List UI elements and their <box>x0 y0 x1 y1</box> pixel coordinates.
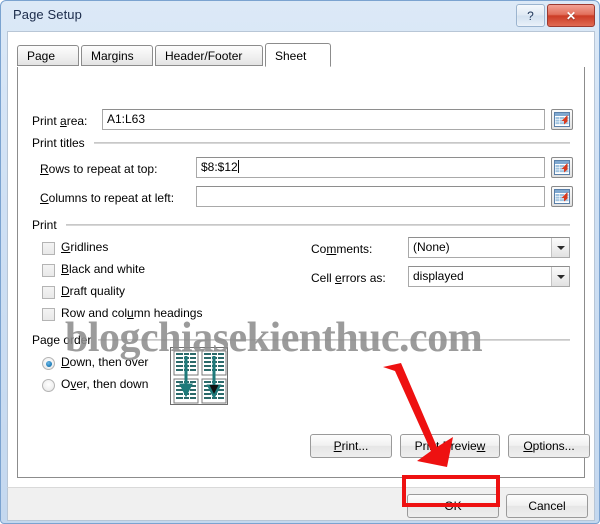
checkbox-draft-quality[interactable] <box>42 286 55 299</box>
dialog-footer: OK Cancel <box>7 487 595 521</box>
print-button[interactable]: Print... <box>310 434 392 458</box>
checkbox-draft-quality-label: Draft quality <box>61 284 126 298</box>
radio-down-then-over[interactable] <box>42 357 55 370</box>
checkbox-gridlines[interactable] <box>42 242 55 255</box>
page-order-group-label: Page order <box>32 333 92 347</box>
page-order-group-divider <box>98 339 570 341</box>
tab-sheet[interactable]: Sheet <box>265 43 331 67</box>
rows-repeat-value: $8:$12 <box>201 160 238 174</box>
checkbox-gridlines-label: Gridlines <box>61 240 109 254</box>
print-group-label: Print <box>32 218 57 232</box>
print-area-range-selector-icon[interactable] <box>551 109 573 130</box>
comments-label: Comments: <box>311 242 373 256</box>
chevron-down-icon[interactable] <box>551 267 569 286</box>
cols-repeat-input[interactable] <box>196 186 545 207</box>
window-title: Page Setup <box>13 7 82 22</box>
checkbox-black-and-white-label: Black and white <box>61 262 146 276</box>
rows-repeat-input[interactable]: $8:$12 <box>196 157 545 178</box>
cols-repeat-label: Columns to repeat at left: <box>40 191 175 205</box>
tab-margins[interactable]: Margins <box>81 45 153 66</box>
print-area-label: Print area: <box>32 114 88 128</box>
text-caret <box>237 160 239 173</box>
checkbox-row-column-headings-label: Row and column headings <box>61 306 203 320</box>
cancel-button[interactable]: Cancel <box>506 494 588 518</box>
checkbox-row-column-headings[interactable] <box>42 308 55 321</box>
rows-repeat-range-selector-icon[interactable] <box>551 157 573 178</box>
comments-value: (None) <box>413 240 450 254</box>
options-button[interactable]: Options... <box>508 434 590 458</box>
help-icon[interactable]: ? <box>516 4 545 27</box>
print-preview-button[interactable]: Print Preview <box>400 434 500 458</box>
cell-errors-dropdown[interactable]: displayed <box>408 266 570 287</box>
tab-strip: Page Margins Header/Footer Sheet <box>17 43 583 68</box>
title-bar: Page Setup ? ✕ <box>1 1 600 31</box>
checkbox-black-and-white[interactable] <box>42 264 55 277</box>
cell-errors-label: Cell errors as: <box>311 271 386 285</box>
ok-button[interactable]: OK <box>407 494 499 518</box>
chevron-down-icon[interactable] <box>551 238 569 257</box>
print-area-input[interactable]: A1:L63 <box>102 109 545 130</box>
radio-over-then-down-label: Over, then down <box>61 377 149 391</box>
page-setup-dialog-window: Page Setup ? ✕ Page Margins Header/Foote… <box>0 0 600 524</box>
radio-over-then-down[interactable] <box>42 379 55 392</box>
tab-header-footer[interactable]: Header/Footer <box>155 45 263 66</box>
rows-repeat-label: Rows to repeat at top: <box>40 162 158 176</box>
page-order-preview-icon <box>170 347 228 405</box>
dialog-body: Page Margins Header/Footer Sheet Print a… <box>7 31 595 488</box>
radio-down-then-over-label: Down, then over <box>61 355 149 369</box>
comments-dropdown[interactable]: (None) <box>408 237 570 258</box>
print-titles-group-divider <box>94 142 570 144</box>
cols-repeat-range-selector-icon[interactable] <box>551 186 573 207</box>
close-icon[interactable]: ✕ <box>547 4 595 27</box>
sheet-tab-panel: Print area: A1:L63 Print titles Rows to <box>17 67 590 478</box>
print-titles-group-label: Print titles <box>32 136 85 150</box>
window-buttons: ? ✕ <box>516 4 595 27</box>
cell-errors-value: displayed <box>413 269 464 283</box>
print-group-divider <box>66 224 570 226</box>
tab-page[interactable]: Page <box>17 45 79 66</box>
